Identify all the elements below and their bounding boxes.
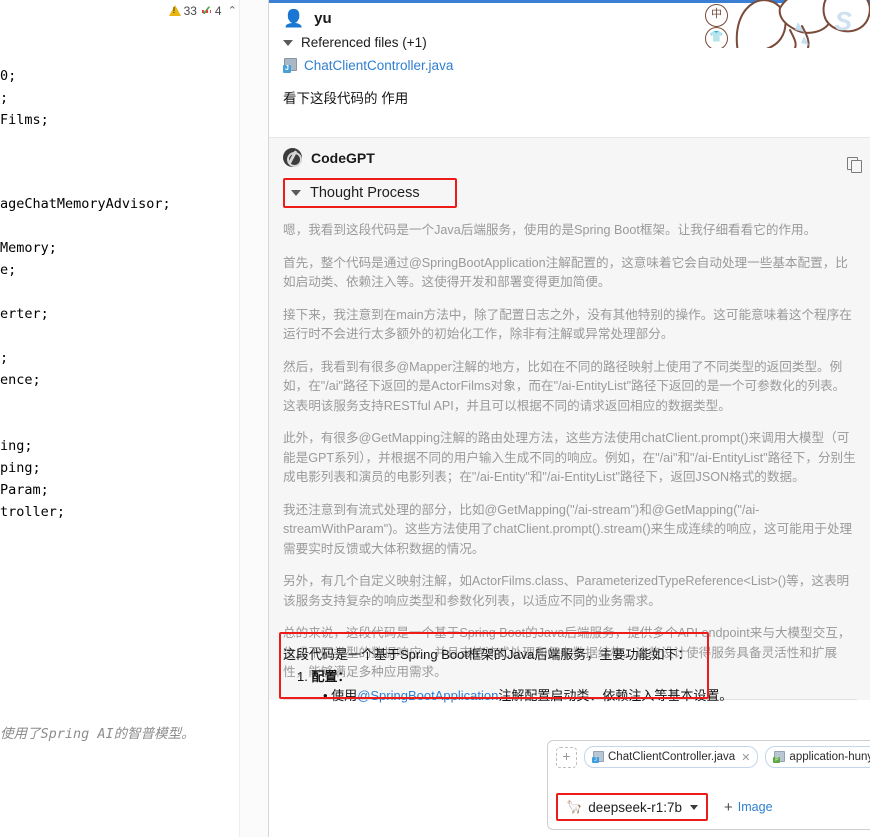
model-name: deepseek-r1:7b	[588, 799, 683, 815]
close-icon[interactable]: ✕	[741, 751, 750, 764]
code-line: ageChatMemoryAdvisor;	[0, 196, 171, 212]
error-stripe-gutter[interactable]	[239, 0, 268, 837]
screen-root: 33 ✓ 4 ⌃ ⌄ 0;;Films;ageChatMemoryAdvisor…	[0, 0, 870, 837]
inspection-check-icon: ✓	[201, 3, 212, 19]
code-line: Films;	[0, 112, 49, 128]
code-line: ping;	[0, 460, 41, 476]
model-selector[interactable]: 🦙 deepseek-r1:7b	[556, 793, 709, 821]
assistant-header: CodeGPT	[269, 138, 870, 173]
answer-item-title: 配置：	[311, 668, 351, 684]
referenced-files-label: Referenced files (+1)	[301, 35, 427, 50]
referenced-file-name[interactable]: ChatClientController.java	[304, 58, 453, 73]
chevron-up-icon[interactable]: ⌃	[226, 4, 239, 17]
warning-count-group[interactable]: 33	[168, 3, 197, 18]
thought-process-toggle[interactable]: Thought Process	[283, 178, 457, 208]
chevron-down-icon	[291, 190, 301, 196]
answer-list-item: 1. 配置：	[283, 666, 857, 685]
assistant-name: CodeGPT	[311, 149, 375, 166]
codegpt-logo-icon	[283, 148, 302, 167]
chat-input-area[interactable]: + J ChatClientController.java ✕ Papplicatio…	[547, 740, 870, 830]
llama-model-icon: 🦙	[566, 799, 583, 814]
attached-file-name: application-hunyuan.properties	[789, 751, 870, 763]
code-line: erter;	[0, 306, 49, 322]
code-line: ;	[0, 90, 9, 106]
code-line: 0;	[0, 68, 17, 84]
skin-shirt-icon[interactable]: 👕	[705, 27, 728, 48]
code-line: troller;	[0, 504, 66, 520]
attached-file-name: ChatClientController.java	[608, 751, 736, 763]
code-line: ;	[0, 350, 9, 366]
assistant-answer: 这段代码是一个基于Spring Boot框架的Java后端服务，主要功能如下： …	[269, 645, 870, 707]
sogou-s-icon: S	[834, 6, 852, 36]
attached-file-chip[interactable]: J ChatClientController.java ✕	[584, 746, 759, 768]
ime-floating-toolbar[interactable]: 中 👕 S	[700, 0, 870, 48]
bullet-prefix: 使用	[331, 687, 358, 703]
bullet-code: @SpringBootApplication	[357, 687, 499, 703]
thought-paragraph: 我还注意到有流式处理的部分，比如@GetMapping("/ai-stream"…	[283, 502, 853, 556]
model-and-actions-row[interactable]: 🦙 deepseek-r1:7b + Image	[548, 785, 870, 829]
answer-intro: 这段代码是一个基于Spring Boot框架的Java后端服务，主要功能如下：	[283, 647, 691, 662]
warning-count: 33	[183, 3, 197, 18]
warning-triangle-icon	[168, 5, 181, 16]
properties-file-icon: P	[773, 751, 786, 763]
thought-paragraph: 然后，我看到有很多@Mapper注解的地方，比如在不同的路径映射上使用了不同类型…	[283, 359, 846, 413]
add-image-label: Image	[737, 800, 773, 814]
code-line: ence;	[0, 372, 41, 388]
plus-icon: +	[724, 798, 733, 816]
thought-paragraph: 嗯，我看到这段代码是一个Java后端服务，使用的是Spring Boot框架。让…	[283, 223, 817, 237]
thought-paragraph: 接下来，我注意到在main方法中，除了配置日志之外，没有其他特别的操作。这可能意…	[283, 307, 852, 342]
thought-process-body: 嗯，我看到这段代码是一个Java后端服务，使用的是Spring Boot框架。让…	[269, 208, 870, 683]
code-line: ing;	[0, 438, 33, 454]
answer-item-number: 1.	[297, 668, 308, 684]
thought-process-label: Thought Process	[310, 185, 420, 201]
code-editor-pane[interactable]: 33 ✓ 4 ⌃ ⌄ 0;;Films;ageChatMemoryAdvisor…	[0, 0, 268, 837]
bullet-suffix: 注解配置启动类、依赖注入等基本设置。	[498, 687, 733, 703]
codegpt-tool-window: 👤 yu Referenced files (+1) J ChatClientC…	[268, 0, 870, 837]
assistant-message-block: CodeGPT Thought Process 嗯，我看到这段代码是一个Java…	[269, 137, 870, 700]
attached-files-row[interactable]: + J ChatClientController.java ✕ Papplicatio…	[548, 741, 870, 773]
check-count: 4	[214, 3, 222, 18]
user-message-text: 看下这段代码的 作用	[283, 91, 409, 106]
code-line: Memory;	[0, 240, 57, 256]
chevron-down-icon	[690, 804, 699, 810]
referenced-file-item[interactable]: J ChatClientController.java	[269, 50, 870, 73]
answer-bullet: • 使用@SpringBootApplication注解配置启动类、依赖注入等基…	[323, 687, 733, 703]
check-count-group[interactable]: ✓ 4	[201, 3, 222, 19]
java-file-icon: J	[283, 58, 297, 73]
chinese-mode-icon[interactable]: 中	[705, 4, 728, 27]
code-line: e;	[0, 262, 17, 278]
thought-paragraph: 另外，有几个自定义映射注解，如ActorFilms.class、Paramete…	[283, 574, 850, 608]
add-context-button[interactable]: +	[556, 746, 577, 768]
java-file-icon: J	[592, 751, 604, 763]
add-image-button[interactable]: + Image	[724, 799, 773, 816]
thought-paragraph: 此外，有很多@GetMapping注解的路由处理方法，这些方法使用chatCli…	[283, 431, 856, 485]
code-line: Param;	[0, 482, 49, 498]
code-comment-line: 使用了Spring AI的智普模型。	[0, 726, 195, 742]
copy-icon[interactable]	[847, 157, 862, 173]
attached-file-chip[interactable]: Papplication-hunyuan.properties✕	[765, 746, 870, 768]
thought-paragraph: 首先，整个代码是通过@SpringBootApplication注解配置的，这意…	[283, 255, 848, 290]
user-avatar-icon: 👤	[283, 9, 305, 28]
user-name: yu	[314, 10, 332, 27]
chevron-down-icon	[283, 39, 293, 46]
